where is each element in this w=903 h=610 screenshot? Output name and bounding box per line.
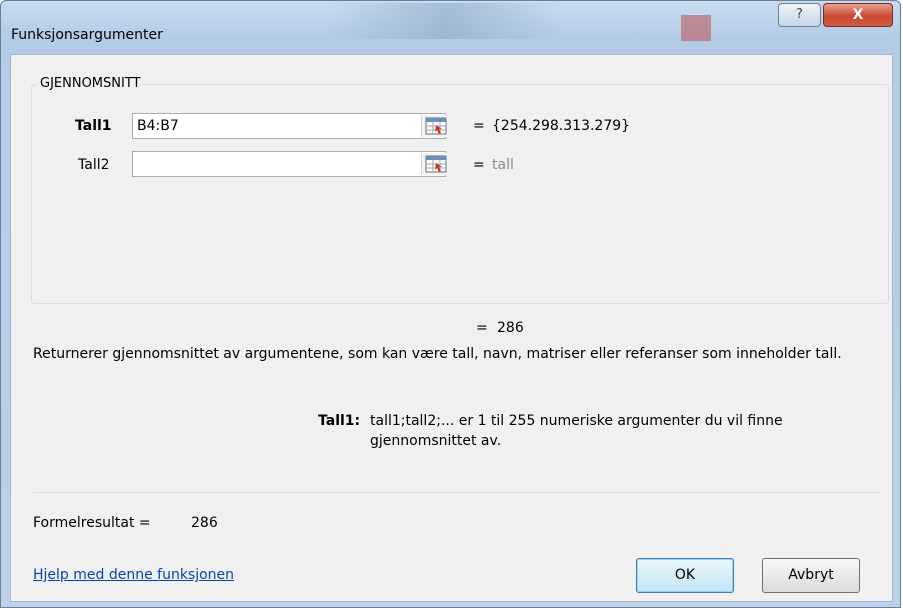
close-button[interactable]: X [823, 3, 893, 27]
help-link[interactable]: Hjelp med denne funksjonen [33, 567, 234, 583]
arg-result-tall2: tall [492, 157, 514, 173]
range-select-icon [425, 155, 447, 173]
formula-result-value: 286 [191, 515, 218, 531]
ok-button[interactable]: OK [636, 558, 734, 593]
titlebar-background-blur [331, 3, 561, 39]
arg-help-text-line2: gjennomsnittet av. [370, 433, 502, 449]
range-select-icon [425, 117, 447, 135]
title-bar[interactable]: Funksjonsargumenter ? X [1, 1, 900, 43]
arg-equals-tall2: = [473, 157, 485, 173]
arg-input-tall1[interactable] [132, 113, 446, 139]
function-name-label: GJENNOMSNITT [37, 76, 144, 91]
help-button[interactable]: ? [778, 3, 821, 27]
function-description: Returnerer gjennomsnittet av argumentene… [33, 346, 842, 362]
function-result-value: 286 [497, 320, 524, 336]
cancel-button[interactable]: Avbryt [762, 558, 860, 593]
titlebar-background-accent [681, 15, 711, 41]
function-result-equals: = [476, 320, 488, 336]
divider [33, 492, 881, 493]
arg-equals-tall1: = [473, 118, 485, 134]
arg-label-tall2: Tall2 [78, 157, 110, 173]
collapse-dialog-button-tall1[interactable] [421, 115, 449, 137]
collapse-dialog-button-tall2[interactable] [421, 153, 449, 175]
arg-result-tall1: {254.298.313.279} [492, 118, 631, 134]
arg-help-label: Tall1: [318, 413, 361, 429]
arg-help-text-line1: tall1;tall2;... er 1 til 255 numeriske a… [370, 413, 783, 429]
arg-label-tall1: Tall1 [75, 118, 112, 134]
window-title: Funksjonsargumenter [11, 27, 163, 43]
formula-result-label: Formelresultat = [33, 515, 151, 531]
arg-input-tall2[interactable] [132, 151, 446, 177]
